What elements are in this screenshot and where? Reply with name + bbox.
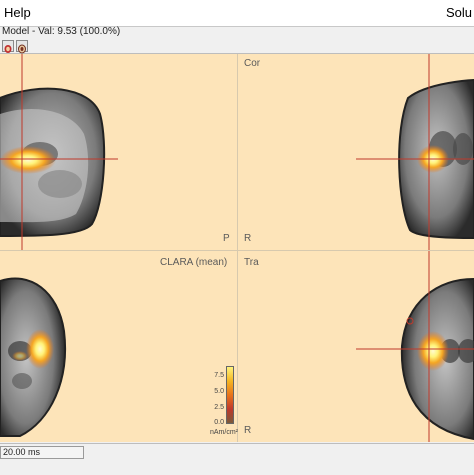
- head-render-button[interactable]: [2, 40, 14, 53]
- time-field: 20.00 ms: [0, 446, 84, 459]
- axial-hotspot: [26, 329, 54, 369]
- menu-bar: Help Solu: [0, 0, 474, 27]
- scale-tick-2-5: 2.5: [214, 404, 224, 411]
- menu-help[interactable]: Help: [4, 5, 31, 20]
- head-outline-button[interactable]: [16, 40, 28, 54]
- transverse-hotspot: [417, 331, 449, 371]
- orientation-r-label: R: [244, 233, 252, 244]
- view-divider-horizontal: [0, 250, 474, 251]
- sagittal-hotspot: [0, 146, 56, 174]
- sagittal-view[interactable]: P: [0, 54, 237, 250]
- scale-tick-5-0: 5.0: [214, 388, 224, 395]
- color-scale: 7.5 5.0 2.5 0.0 nAm/cm²: [210, 366, 262, 442]
- brain-viewer[interactable]: P Cor R CLARA (mean) Tra R 7.5 5.0 2.5 0…: [0, 54, 474, 442]
- model-value-text: Model - Val: 9.53 (100.0%): [2, 26, 121, 37]
- scale-tick-7-5: 7.5: [214, 372, 224, 379]
- toolbar: [0, 40, 474, 54]
- scale-unit: nAm/cm²: [210, 429, 238, 436]
- menu-solution[interactable]: Solu: [446, 5, 472, 20]
- color-scale-bar: [226, 366, 234, 424]
- coronal-title: Cor: [244, 58, 261, 69]
- transverse-title: Tra: [244, 257, 259, 268]
- transverse-view[interactable]: Tra R: [238, 251, 474, 442]
- orientation-p-label: P: [223, 233, 230, 244]
- info-bar: Model - Val: 9.53 (100.0%): [0, 26, 474, 39]
- scale-tick-0-0: 0.0: [214, 419, 224, 426]
- coronal-view[interactable]: Cor R: [238, 54, 474, 250]
- axial-view[interactable]: CLARA (mean): [0, 251, 237, 442]
- head-outline-icon: [18, 44, 26, 54]
- time-value: 20.00 ms: [3, 447, 41, 457]
- head-icon: [4, 45, 12, 53]
- method-label: CLARA (mean): [160, 257, 228, 268]
- status-bar: 20.00 ms: [0, 443, 474, 475]
